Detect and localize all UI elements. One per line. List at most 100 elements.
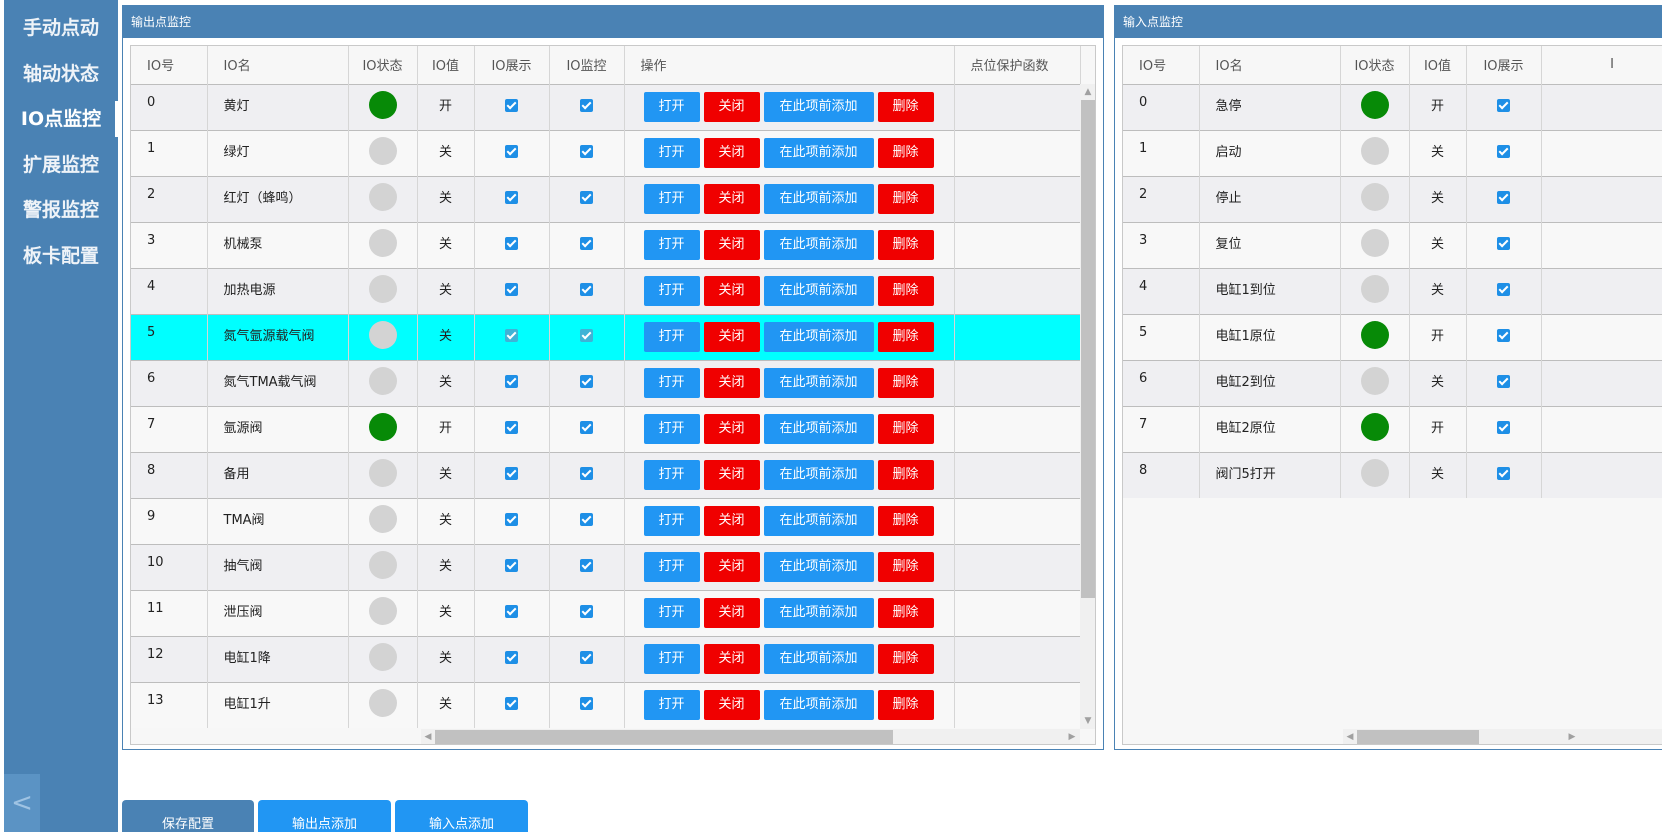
io-show-checkbox[interactable]: [505, 512, 518, 526]
delete-button[interactable]: 删除: [877, 690, 934, 721]
open-button[interactable]: 打开: [643, 552, 700, 582]
collapse-sidebar-button[interactable]: <: [4, 774, 40, 832]
io-monitor-checkbox[interactable]: [580, 558, 593, 572]
delete-button[interactable]: 删除: [877, 322, 934, 352]
open-button[interactable]: 打开: [643, 368, 700, 398]
protect-function-cell[interactable]: [954, 359, 1081, 406]
io-show-checkbox[interactable]: [1497, 374, 1510, 388]
scroll-right-arrow[interactable]: ▶: [1065, 732, 1079, 742]
open-button[interactable]: 打开: [643, 138, 700, 168]
io-show-checkbox[interactable]: [505, 144, 518, 158]
io-monitor-checkbox[interactable]: [580, 328, 593, 342]
open-button[interactable]: 打开: [643, 92, 700, 122]
io-show-checkbox[interactable]: [1497, 236, 1510, 250]
close-button[interactable]: 关闭: [703, 230, 760, 260]
io-monitor-checkbox[interactable]: [580, 190, 593, 204]
output-row[interactable]: 5 氮气氩源载气阀 关 打开 关闭 在此项前添加 删除: [131, 313, 1081, 360]
add-before-button[interactable]: 在此项前添加: [763, 644, 874, 674]
delete-button[interactable]: 删除: [877, 138, 934, 168]
io-show-checkbox[interactable]: [1497, 190, 1510, 204]
io-monitor-checkbox[interactable]: [580, 696, 593, 710]
input-row[interactable]: 3 复位 关: [1123, 221, 1662, 268]
io-show-checkbox[interactable]: [505, 420, 518, 434]
scroll-right-arrow[interactable]: ▶: [1565, 732, 1579, 742]
sidebar-item-5[interactable]: 板卡配置: [4, 236, 118, 276]
io-show-checkbox[interactable]: [1497, 420, 1510, 434]
close-button[interactable]: 关闭: [703, 276, 760, 306]
close-button[interactable]: 关闭: [703, 414, 760, 444]
input-row[interactable]: 4 电缸1到位 关: [1123, 267, 1662, 314]
open-button[interactable]: 打开: [643, 414, 700, 444]
output-row[interactable]: 0 黄灯 开 打开 关闭 在此项前添加 删除: [131, 83, 1081, 130]
delete-button[interactable]: 删除: [877, 92, 934, 122]
close-button[interactable]: 关闭: [703, 322, 760, 352]
sidebar-item-0[interactable]: 手动点动: [4, 8, 118, 48]
protect-function-cell[interactable]: [954, 681, 1081, 728]
input-row[interactable]: 7 电缸2原位 开: [1123, 405, 1662, 452]
io-show-checkbox[interactable]: [505, 558, 518, 572]
open-button[interactable]: 打开: [643, 598, 700, 628]
io-show-checkbox[interactable]: [505, 466, 518, 480]
protect-function-cell[interactable]: [954, 221, 1081, 268]
output-row[interactable]: 6 氮气TMA载气阀 关 打开 关闭 在此项前添加 删除: [131, 359, 1081, 406]
io-monitor-checkbox[interactable]: [580, 466, 593, 480]
delete-button[interactable]: 删除: [877, 552, 934, 582]
open-button[interactable]: 打开: [643, 460, 700, 490]
output-row[interactable]: 10 抽气阀 关 打开 关闭 在此项前添加 删除: [131, 543, 1081, 590]
protect-function-cell[interactable]: [954, 405, 1081, 452]
delete-button[interactable]: 删除: [877, 368, 934, 398]
io-monitor-checkbox[interactable]: [580, 604, 593, 618]
input-row[interactable]: 6 电缸2到位 关: [1123, 359, 1662, 406]
add-before-button[interactable]: 在此项前添加: [763, 552, 874, 582]
input-row[interactable]: 8 阀门5打开 关: [1123, 451, 1662, 498]
scroll-left-arrow[interactable]: ◀: [1343, 732, 1357, 742]
output-horizontal-scroll-thumb[interactable]: [435, 730, 893, 744]
protect-function-cell[interactable]: [954, 451, 1081, 498]
delete-button[interactable]: 删除: [877, 506, 934, 536]
delete-button[interactable]: 删除: [877, 276, 934, 306]
add-before-button[interactable]: 在此项前添加: [763, 276, 874, 306]
close-button[interactable]: 关闭: [703, 552, 760, 582]
output-horizontal-scrollbar[interactable]: ◀ ▶: [421, 729, 1080, 744]
add-before-button[interactable]: 在此项前添加: [763, 460, 874, 490]
open-button[interactable]: 打开: [643, 276, 700, 306]
scroll-left-arrow[interactable]: ◀: [421, 732, 435, 742]
delete-button[interactable]: 删除: [877, 184, 934, 214]
io-monitor-checkbox[interactable]: [580, 144, 593, 158]
io-show-checkbox[interactable]: [505, 328, 518, 342]
close-button[interactable]: 关闭: [703, 368, 760, 398]
output-row[interactable]: 1 绿灯 关 打开 关闭 在此项前添加 删除: [131, 129, 1081, 176]
sidebar-item-3[interactable]: 扩展监控: [4, 145, 118, 185]
input-horizontal-scrollbar[interactable]: ◀ ▶: [1343, 729, 1662, 744]
protect-function-cell[interactable]: [954, 175, 1081, 222]
output-row[interactable]: 13 电缸1升 关 打开 关闭 在此项前添加 删除: [131, 681, 1081, 728]
add-before-button[interactable]: 在此项前添加: [763, 322, 874, 352]
add-input-point-button[interactable]: 输入点添加: [395, 800, 528, 832]
output-row[interactable]: 7 氩源阀 开 打开 关闭 在此项前添加 删除: [131, 405, 1081, 452]
open-button[interactable]: 打开: [643, 230, 700, 260]
add-before-button[interactable]: 在此项前添加: [763, 414, 874, 444]
close-button[interactable]: 关闭: [703, 598, 760, 628]
delete-button[interactable]: 删除: [877, 230, 934, 260]
io-show-checkbox[interactable]: [505, 696, 518, 710]
protect-function-cell[interactable]: [954, 543, 1081, 590]
open-button[interactable]: 打开: [643, 644, 700, 674]
io-show-checkbox[interactable]: [1497, 328, 1510, 342]
protect-function-cell[interactable]: [954, 83, 1081, 130]
protect-function-cell[interactable]: [954, 313, 1081, 360]
io-show-checkbox[interactable]: [505, 236, 518, 250]
protect-function-cell[interactable]: [954, 589, 1081, 636]
io-show-checkbox[interactable]: [505, 604, 518, 618]
io-show-checkbox[interactable]: [1497, 282, 1510, 296]
io-monitor-checkbox[interactable]: [580, 374, 593, 388]
protect-function-cell[interactable]: [954, 129, 1081, 176]
io-show-checkbox[interactable]: [505, 650, 518, 664]
io-show-checkbox[interactable]: [1497, 466, 1510, 480]
output-vertical-scrollbar[interactable]: ▲ ▼: [1080, 84, 1095, 729]
close-button[interactable]: 关闭: [703, 690, 760, 721]
output-row[interactable]: 12 电缸1降 关 打开 关闭 在此项前添加 删除: [131, 635, 1081, 682]
output-row[interactable]: 2 红灯（蜂鸣） 关 打开 关闭 在此项前添加 删除: [131, 175, 1081, 222]
sidebar-item-4[interactable]: 警报监控: [4, 190, 118, 230]
io-show-checkbox[interactable]: [505, 374, 518, 388]
io-show-checkbox[interactable]: [1497, 144, 1510, 158]
